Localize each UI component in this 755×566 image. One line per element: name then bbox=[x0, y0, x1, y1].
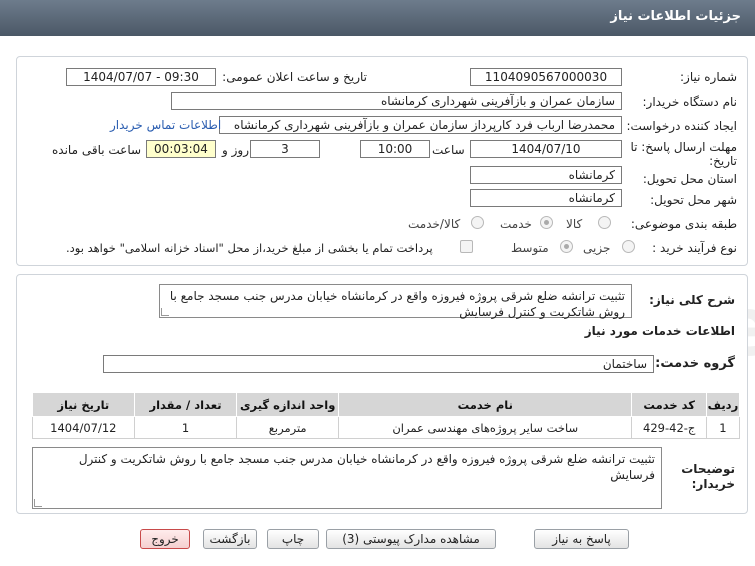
service-group-label: گروه خدمت: bbox=[655, 356, 735, 371]
column-row-number: ردیف bbox=[705, 392, 741, 417]
deadline-date-label: تاریخ: bbox=[709, 154, 737, 168]
need-info-panel bbox=[16, 56, 748, 266]
cell-row-number: 1 bbox=[705, 416, 741, 439]
column-need-date: تاریخ نیاز bbox=[32, 392, 135, 417]
reply-button[interactable]: پاسخ به نیاز bbox=[534, 529, 629, 549]
cell-service-code: ج-42-429 bbox=[631, 416, 707, 439]
deadline-label: مهلت ارسال پاسخ: تا bbox=[630, 140, 737, 154]
category-option-service: خدمت bbox=[500, 217, 532, 231]
province-label: استان محل تحویل: bbox=[642, 172, 737, 186]
category-radio-service[interactable] bbox=[540, 216, 553, 229]
description-textarea: تثبیت ترانشه ضلع شرقی پروژه فیروزه واقع … bbox=[159, 284, 632, 319]
view-attachments-button[interactable]: مشاهده مدارک پیوستی (3) bbox=[326, 529, 496, 549]
process-radio-medium[interactable] bbox=[560, 240, 573, 253]
time-remaining-label: ساعت باقی مانده bbox=[52, 143, 142, 157]
table-row: 1404/07/12 1 مترمربع ساخت سایر پروژه‌های… bbox=[32, 416, 741, 439]
city-label: شهر محل تحویل: bbox=[650, 193, 737, 207]
cell-unit: مترمربع bbox=[236, 416, 340, 439]
category-radio-goods-service[interactable] bbox=[471, 216, 484, 229]
column-service-code: کد خدمت bbox=[631, 392, 707, 417]
treasury-payment-note: پرداخت تمام یا بخشی از مبلغ خرید،از محل … bbox=[66, 241, 433, 255]
cell-service-name: ساخت سایر پروژه‌های مهندسی عمران bbox=[338, 416, 633, 439]
days-remaining-field: 3 bbox=[250, 140, 320, 158]
announce-date-label: تاریخ و ساعت اعلان عمومی: bbox=[222, 70, 367, 84]
treasury-payment-checkbox[interactable] bbox=[460, 240, 473, 253]
exit-button[interactable]: خروج bbox=[140, 529, 190, 549]
column-unit: واحد اندازه گیری bbox=[236, 392, 340, 417]
services-table-header: تاریخ نیاز تعداد / مقدار واحد اندازه گیر… bbox=[32, 392, 741, 417]
need-number-field: 1104090567000030 bbox=[470, 68, 622, 86]
print-button[interactable]: چاپ bbox=[267, 529, 319, 549]
category-radio-goods[interactable] bbox=[598, 216, 611, 229]
process-option-minor: جزیی bbox=[583, 241, 611, 255]
deadline-time-label: ساعت bbox=[432, 143, 465, 157]
title-bar: جزئیات اطلاعات نیاز bbox=[0, 0, 755, 36]
column-quantity: تعداد / مقدار bbox=[133, 392, 238, 417]
city-field: کرمانشاه bbox=[470, 189, 622, 207]
category-label: طبقه بندی موضوعی: bbox=[630, 217, 737, 231]
back-button[interactable]: بازگشت bbox=[203, 529, 257, 549]
cell-quantity: 1 bbox=[133, 416, 238, 439]
need-number-label: شماره نیاز: bbox=[680, 70, 737, 84]
cell-need-date: 1404/07/12 bbox=[32, 416, 135, 439]
page-title: جزئیات اطلاعات نیاز bbox=[610, 9, 741, 24]
buyer-contact-link[interactable]: اطلاعات تماس خریدار bbox=[110, 118, 221, 132]
process-radio-minor[interactable] bbox=[622, 240, 635, 253]
province-field: کرمانشاه bbox=[470, 166, 622, 184]
requester-label: ایجاد کننده درخواست: bbox=[626, 119, 737, 133]
deadline-date-field: 1404/07/10 bbox=[470, 140, 622, 158]
requester-field: محمدرضا ارباب فرد کارپرداز سازمان عمران … bbox=[219, 116, 622, 134]
services-table: تاریخ نیاز تعداد / مقدار واحد اندازه گیر… bbox=[32, 392, 741, 439]
column-service-name: نام خدمت bbox=[338, 392, 633, 417]
time-remaining-field: 00:03:04 bbox=[146, 140, 216, 158]
deadline-time-field: 10:00 bbox=[360, 140, 430, 158]
announce-date-field: 1404/07/07 - 09:30 bbox=[66, 68, 216, 86]
process-type-label: نوع فرآیند خرید : bbox=[652, 241, 737, 255]
buyer-notes-label: توضیحات bbox=[681, 462, 735, 476]
days-label: روز و bbox=[222, 143, 249, 157]
service-group-field: ساختمان bbox=[103, 355, 654, 373]
description-resize-handle[interactable] bbox=[161, 308, 169, 316]
buyer-notes-label-2: خریدار: bbox=[691, 477, 735, 491]
category-option-goods-service: کالا/خدمت bbox=[408, 217, 461, 231]
buyer-notes-resize-handle[interactable] bbox=[34, 499, 42, 507]
process-option-medium: متوسط bbox=[511, 241, 549, 255]
category-option-goods: کالا bbox=[566, 217, 583, 231]
buyer-org-label: نام دستگاه خریدار: bbox=[642, 95, 738, 109]
description-label: شرح کلی نیاز: bbox=[649, 293, 735, 307]
buyer-notes-textarea: تثبیت ترانشه ضلع شرقی پروژه فیروزه واقع … bbox=[32, 447, 662, 509]
services-section-title: اطلاعات خدمات مورد نیاز bbox=[584, 324, 735, 338]
buyer-org-field: سازمان عمران و بازآفرینی شهرداری کرمانشا… bbox=[171, 92, 622, 110]
